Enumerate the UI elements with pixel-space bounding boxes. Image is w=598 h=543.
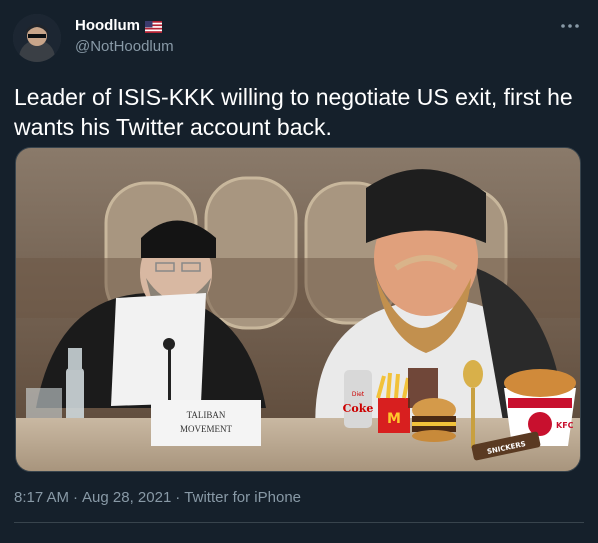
tweet-media[interactable]: TALIBAN MOVEMENT Diet Coke M KFC SNICKER…: [15, 147, 581, 472]
meta-separator: ·: [175, 489, 181, 506]
author-name-row[interactable]: Hoodlum: [75, 17, 162, 34]
can-sublabel: Diet: [352, 391, 365, 398]
tweet-date[interactable]: Aug 28, 2021: [82, 489, 171, 506]
placard-line2: MOVEMENT: [180, 424, 232, 434]
tweet: Hoodlum @NotHoodlum Leader of ISIS-KKK w…: [0, 0, 598, 543]
tweet-text: Leader of ISIS-KKK willing to negotiate …: [14, 84, 573, 140]
burger: [412, 398, 456, 442]
author-handle[interactable]: @NotHoodlum: [75, 38, 174, 55]
author-avatar[interactable]: [13, 14, 61, 62]
svg-text:M: M: [387, 411, 401, 427]
can-label: Coke: [343, 402, 374, 415]
us-flag-icon: [145, 20, 162, 33]
avatar-image: [13, 14, 61, 62]
divider: [14, 522, 584, 523]
tweet-meta: 8:17 AM · Aug 28, 2021 · Twitter for iPh…: [14, 489, 301, 506]
tweet-time[interactable]: 8:17 AM: [14, 489, 69, 506]
more-dots-icon[interactable]: [558, 14, 582, 38]
placard-line1: TALIBAN: [187, 410, 226, 420]
media-image: TALIBAN MOVEMENT Diet Coke M KFC SNICKER…: [16, 148, 580, 471]
author-name[interactable]: Hoodlum: [75, 17, 140, 34]
bucket-label: KFC: [556, 421, 574, 430]
coke-can: Diet Coke: [343, 370, 374, 428]
tweet-source[interactable]: Twitter for iPhone: [184, 489, 301, 506]
meta-separator: ·: [73, 489, 79, 506]
kfc-bucket: KFC: [504, 369, 576, 446]
